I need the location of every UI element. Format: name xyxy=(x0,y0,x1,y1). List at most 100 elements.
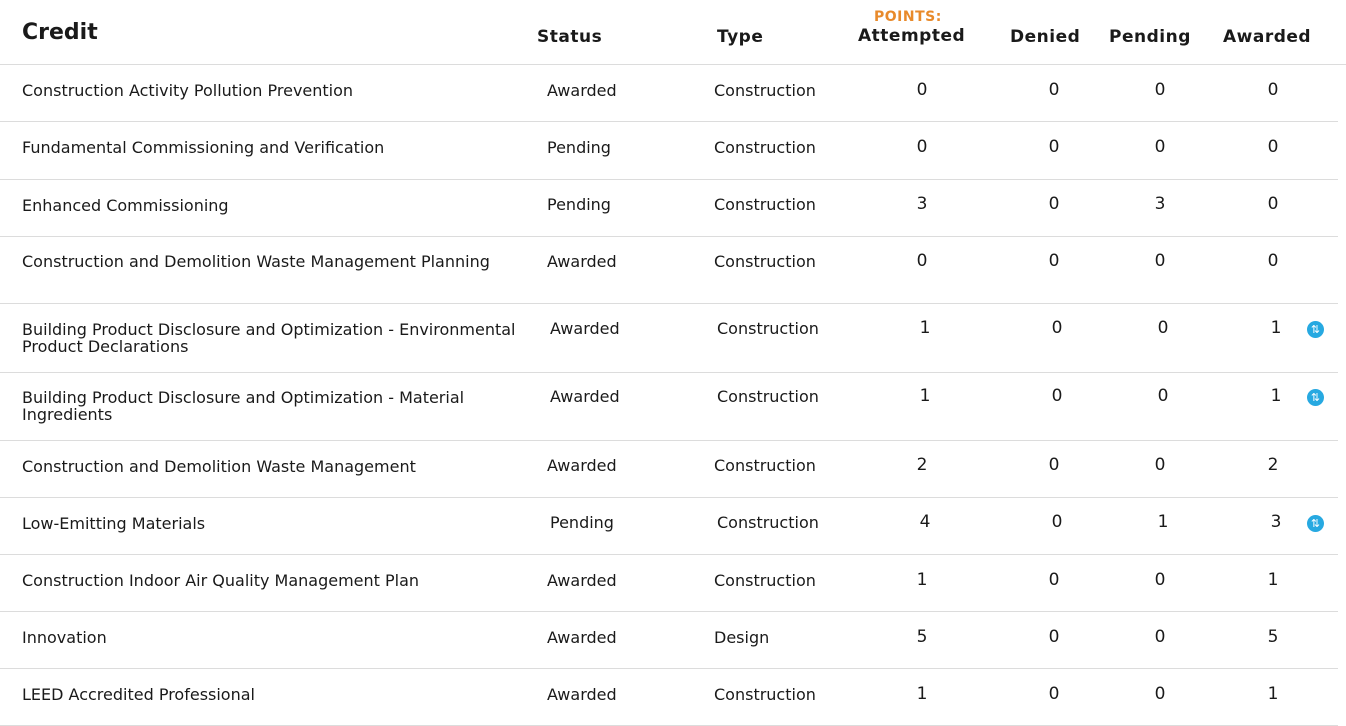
type-text: Construction xyxy=(714,456,816,475)
denied-value: 0 xyxy=(1051,512,1063,532)
table-row[interactable]: Enhanced Commissioning Pending Constructio… xyxy=(0,179,1338,237)
type-text: Construction xyxy=(714,81,816,100)
pending-value: 0 xyxy=(1154,137,1166,157)
denied-value: 0 xyxy=(1048,455,1060,475)
attempted-value: 3 xyxy=(916,194,928,214)
denied-value: 0 xyxy=(1048,194,1060,214)
credit-name[interactable]: Building Product Disclosure and Optimiza… xyxy=(22,389,527,423)
status-text: Awarded xyxy=(547,628,617,647)
status-text: Awarded xyxy=(547,252,617,271)
table-row[interactable]: Innovation Awarded Design 5 0 0 5 xyxy=(0,611,1338,669)
points-group-label: POINTS: xyxy=(874,9,942,25)
column-header-status[interactable]: Status xyxy=(537,27,602,47)
attempted-value: 1 xyxy=(919,318,931,338)
status-text: Awarded xyxy=(547,81,617,100)
credit-name[interactable]: Fundamental Commissioning and Verificati… xyxy=(22,139,527,156)
attempted-value: 1 xyxy=(916,684,928,704)
attempted-value: 0 xyxy=(916,137,928,157)
table-row[interactable]: Construction and Demolition Waste Manage… xyxy=(0,236,1338,304)
pending-value: 0 xyxy=(1157,386,1169,406)
table-row[interactable]: Low-Emitting Materials Pending Constructio… xyxy=(0,497,1338,555)
attempted-value: 4 xyxy=(919,512,931,532)
table-row[interactable]: Construction Indoor Air Quality Manageme… xyxy=(0,554,1338,612)
status-text: Pending xyxy=(547,195,611,214)
awarded-value: 1 xyxy=(1267,684,1279,704)
awarded-value: 1 xyxy=(1267,570,1279,590)
status-text: Awarded xyxy=(547,456,617,475)
denied-value: 0 xyxy=(1048,80,1060,100)
credits-table: Credit Status Type POINTS: Attempted Den… xyxy=(0,0,1346,726)
sync-icon[interactable]: ⇅ xyxy=(1307,389,1324,406)
denied-value: 0 xyxy=(1048,570,1060,590)
attempted-value: 5 xyxy=(916,627,928,647)
credit-name[interactable]: Construction Indoor Air Quality Manageme… xyxy=(22,572,527,589)
table-header: Credit Status Type POINTS: Attempted Den… xyxy=(0,0,1346,65)
column-header-pending[interactable]: Pending xyxy=(1109,27,1191,47)
column-header-denied[interactable]: Denied xyxy=(1010,27,1080,47)
attempted-value: 0 xyxy=(916,251,928,271)
type-text: Construction xyxy=(717,387,819,406)
awarded-value: 0 xyxy=(1267,251,1279,271)
type-text: Construction xyxy=(714,252,816,271)
table-row[interactable]: Construction Activity Pollution Preventi… xyxy=(0,64,1338,122)
type-text: Construction xyxy=(714,138,816,157)
attempted-value: 2 xyxy=(916,455,928,475)
pending-value: 0 xyxy=(1154,570,1166,590)
type-text: Construction xyxy=(714,685,816,704)
denied-value: 0 xyxy=(1051,386,1063,406)
type-text: Construction xyxy=(714,571,816,590)
pending-value: 1 xyxy=(1157,512,1169,532)
pending-value: 0 xyxy=(1154,80,1166,100)
denied-value: 0 xyxy=(1048,684,1060,704)
credit-name[interactable]: Construction Activity Pollution Preventi… xyxy=(22,82,527,99)
awarded-value: 0 xyxy=(1267,194,1279,214)
pending-value: 0 xyxy=(1154,455,1166,475)
awarded-value: 5 xyxy=(1267,627,1279,647)
type-text: Design xyxy=(714,628,770,647)
credit-name[interactable]: Innovation xyxy=(22,629,527,646)
awarded-value: 3 xyxy=(1270,512,1282,532)
status-text: Awarded xyxy=(550,319,620,338)
table-row[interactable]: Building Product Disclosure and Optimiza… xyxy=(0,303,1338,373)
credit-name[interactable]: Low-Emitting Materials xyxy=(22,515,527,532)
awarded-value: 0 xyxy=(1267,80,1279,100)
column-header-awarded[interactable]: Awarded xyxy=(1223,27,1311,47)
attempted-value: 1 xyxy=(916,570,928,590)
attempted-value: 1 xyxy=(919,386,931,406)
column-header-credit[interactable]: Credit xyxy=(22,20,98,45)
pending-value: 0 xyxy=(1157,318,1169,338)
type-text: Construction xyxy=(717,513,819,532)
credit-name[interactable]: Enhanced Commissioning xyxy=(22,197,527,214)
pending-value: 0 xyxy=(1154,684,1166,704)
pending-value: 3 xyxy=(1154,194,1166,214)
status-text: Awarded xyxy=(550,387,620,406)
attempted-value: 0 xyxy=(916,80,928,100)
table-row[interactable]: Building Product Disclosure and Optimiza… xyxy=(0,372,1338,441)
status-text: Awarded xyxy=(547,571,617,590)
denied-value: 0 xyxy=(1048,627,1060,647)
denied-value: 0 xyxy=(1051,318,1063,338)
credit-name[interactable]: Construction and Demolition Waste Manage… xyxy=(22,458,527,475)
sync-icon[interactable]: ⇅ xyxy=(1307,515,1324,532)
type-text: Construction xyxy=(717,319,819,338)
pending-value: 0 xyxy=(1154,251,1166,271)
denied-value: 0 xyxy=(1048,137,1060,157)
table-row[interactable]: LEED Accredited Professional Awarded Const… xyxy=(0,668,1338,726)
awarded-value: 1 xyxy=(1270,318,1282,338)
awarded-value: 0 xyxy=(1267,137,1279,157)
awarded-value: 1 xyxy=(1270,386,1282,406)
status-text: Pending xyxy=(547,138,611,157)
awarded-value: 2 xyxy=(1267,455,1279,475)
table-row[interactable]: Construction and Demolition Waste Manage… xyxy=(0,440,1338,498)
table-row[interactable]: Fundamental Commissioning and Verificati… xyxy=(0,122,1338,180)
type-text: Construction xyxy=(714,195,816,214)
credit-name[interactable]: Construction and Demolition Waste Manage… xyxy=(22,253,527,270)
denied-value: 0 xyxy=(1048,251,1060,271)
sync-icon[interactable]: ⇅ xyxy=(1307,321,1324,338)
credit-name[interactable]: LEED Accredited Professional xyxy=(22,686,527,703)
credit-name[interactable]: Building Product Disclosure and Optimiza… xyxy=(22,321,527,355)
status-text: Awarded xyxy=(547,685,617,704)
column-header-type[interactable]: Type xyxy=(717,27,763,47)
pending-value: 0 xyxy=(1154,627,1166,647)
column-header-attempted[interactable]: Attempted xyxy=(858,26,965,46)
